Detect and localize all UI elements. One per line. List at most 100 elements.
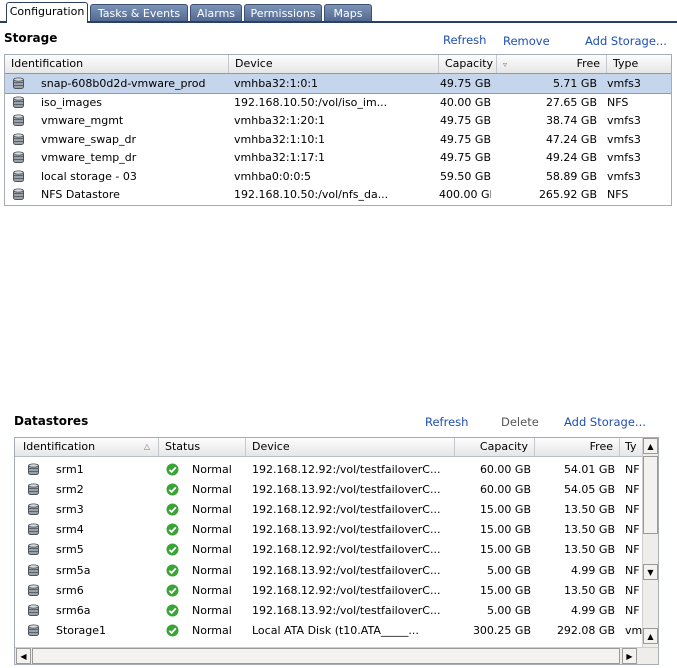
storage-col-device[interactable]: Device — [229, 55, 439, 73]
datastore-icon — [28, 503, 39, 516]
datastores-col-identification[interactable]: Identification △ — [15, 438, 159, 456]
datastores-add-link[interactable]: Add Storage... — [564, 415, 646, 429]
datastores-horizontal-scrollbar[interactable]: ◀ ▶ — [15, 647, 658, 664]
cell-identification: vmware_temp_dr — [41, 151, 137, 164]
status-ok-icon — [166, 483, 179, 496]
cell-status: Normal — [192, 483, 232, 497]
datastore-icon — [28, 543, 39, 556]
cell-free: 27.65 GB — [545, 95, 597, 109]
datastores-col-device[interactable]: Device — [246, 438, 455, 456]
cell-device: vmhba0:0:0:5 — [234, 169, 312, 183]
cell-identification: vmware_swap_dr — [41, 132, 136, 146]
datastores-col-status[interactable]: Status — [159, 438, 246, 456]
storage-refresh-link[interactable]: Refresh — [443, 33, 486, 47]
cell-free: 54.01 GB — [563, 463, 615, 476]
cell-identification: iso_images — [41, 95, 103, 109]
table-row[interactable]: NFS Datastore 192.168.10.50:/vol/nfs_da..… — [5, 185, 671, 204]
table-row[interactable]: srm5a Normal 192.168.13.92:/vol/testfailov… — [15, 561, 642, 580]
cell-capacity: 15.00 GB — [479, 583, 531, 597]
tab-tasks-events[interactable]: Tasks & Events — [90, 4, 188, 22]
cell-identification: Storage1 — [56, 623, 107, 637]
table-row[interactable]: vmware_temp_dr vmhba32:1:17:1 49.75 GB 49.2… — [5, 148, 671, 167]
storage-col-capacity[interactable]: Capacity — [439, 55, 497, 73]
cell-status: Normal — [192, 623, 232, 637]
tab-alarms[interactable]: Alarms — [190, 4, 242, 22]
cell-capacity: 5.00 GB — [486, 603, 531, 617]
cell-identification: srm1 — [56, 463, 84, 476]
table-row[interactable]: srm3 Normal 192.168.12.92:/vol/testfailove… — [15, 500, 642, 519]
cell-status: Normal — [192, 543, 232, 557]
storage-add-link[interactable]: Add Storage... — [585, 34, 667, 48]
datastore-icon — [28, 604, 39, 616]
table-row[interactable]: srm5 Normal 192.168.12.92:/vol/testfailove… — [15, 540, 642, 559]
status-ok-icon — [166, 463, 179, 476]
cell-device: 192.168.13.92:/vol/testfailoverC... — [252, 603, 441, 617]
cell-type: NF — [625, 603, 640, 617]
table-row[interactable]: srm1 Normal 192.168.12.92:/vol/testfailove… — [15, 460, 642, 479]
vertical-scroll-thumb[interactable] — [643, 456, 658, 534]
cell-type: NF — [625, 543, 640, 557]
table-row[interactable]: srm6a Normal 192.168.13.92:/vol/testfailov… — [15, 601, 642, 620]
datastore-icon — [28, 523, 39, 536]
storage-col-free[interactable]: ▿ Free — [497, 55, 607, 73]
cell-type: NFS — [607, 188, 629, 201]
cell-identification: vmware_mgmt — [41, 114, 124, 127]
scroll-right-arrow-icon[interactable]: ▶ — [622, 648, 637, 664]
table-row[interactable]: srm4 Normal 192.168.13.92:/vol/testfailove… — [15, 520, 642, 539]
datastores-delete-link[interactable]: Delete — [501, 415, 539, 429]
tab-configuration[interactable]: Configuration — [6, 2, 88, 23]
cell-identification: srm2 — [56, 483, 84, 497]
scroll-up-arrow-icon[interactable]: ▲ — [643, 628, 658, 644]
cell-type: vm — [625, 623, 642, 637]
table-row[interactable]: vmware_swap_dr vmhba32:1:10:1 49.75 GB 47.2… — [5, 130, 671, 149]
cell-device: vmhba32:1:20:1 — [234, 114, 326, 127]
scroll-down-arrow-icon[interactable]: ▼ — [643, 564, 658, 580]
storage-remove-link[interactable]: Remove — [503, 34, 550, 48]
datastore-icon — [13, 114, 24, 126]
storage-table-header: Identification Device Capacity ▿ Free Ty… — [5, 55, 671, 74]
tab-permissions[interactable]: Permissions — [244, 4, 322, 22]
cell-device: 192.168.12.92:/vol/testfailoverC... — [252, 583, 441, 597]
table-row[interactable]: Storage1 Normal Local ATA Disk (t10.ATA___… — [15, 621, 642, 640]
cell-type: vmfs3 — [607, 132, 641, 146]
cell-type: NF — [625, 463, 640, 476]
cell-identification: NFS Datastore — [41, 188, 120, 201]
storage-col-free-label: Free — [576, 57, 600, 70]
tab-maps[interactable]: Maps — [324, 4, 372, 22]
datastores-col-capacity[interactable]: Capacity — [455, 438, 535, 456]
table-row[interactable]: srm2 Normal 192.168.13.92:/vol/testfailove… — [15, 480, 642, 499]
cell-identification: srm3 — [56, 503, 84, 517]
table-row[interactable]: vmware_mgmt vmhba32:1:20:1 49.75 GB 38.74 G… — [5, 111, 671, 130]
cell-identification: srm5 — [56, 543, 84, 557]
cell-device: Local ATA Disk (t10.ATA_____... — [252, 623, 419, 637]
sort-ascending-icon: △ — [143, 442, 150, 451]
cell-type: vmfs3 — [607, 169, 641, 183]
datastores-col-type[interactable]: Ty — [620, 438, 642, 456]
cell-capacity: 49.75 GB — [439, 77, 491, 90]
datastore-icon — [13, 151, 24, 163]
cell-capacity: 5.00 GB — [486, 563, 531, 577]
status-ok-icon — [166, 523, 179, 536]
datastores-vertical-scrollbar[interactable]: ▲ ▼ ▲ — [642, 438, 658, 647]
datastore-icon — [13, 169, 24, 182]
cell-device: 192.168.12.92:/vol/testfailoverC... — [252, 543, 441, 557]
cell-identification: srm5a — [56, 563, 91, 577]
cell-identification: snap-608b0d2d-vmware_prod — [41, 77, 206, 90]
datastores-col-free[interactable]: Free — [535, 438, 620, 456]
table-row[interactable]: local storage - 03 vmhba0:0:0:5 59.50 GB 58… — [5, 167, 671, 186]
storage-col-identification[interactable]: Identification — [5, 55, 229, 73]
scroll-up-arrow-icon[interactable]: ▲ — [643, 438, 658, 454]
table-row[interactable]: snap-608b0d2d-vmware_prod vmhba32:1:0:1 49… — [5, 73, 671, 94]
storage-col-type[interactable]: Type — [607, 55, 671, 73]
cell-free: 4.99 GB — [570, 603, 615, 617]
cell-identification: local storage - 03 — [41, 169, 137, 183]
cell-type: NF — [625, 583, 640, 597]
cell-free: 4.99 GB — [570, 563, 615, 577]
table-row[interactable]: iso_images 192.168.10.50:/vol/iso_im... 40… — [5, 93, 671, 112]
cell-identification: srm6a — [56, 603, 91, 617]
sort-indicator-icon: ▿ — [503, 60, 508, 69]
table-row[interactable]: srm6 Normal 192.168.12.92:/vol/testfailove… — [15, 581, 642, 600]
datastores-refresh-link[interactable]: Refresh — [425, 415, 468, 429]
scroll-left-arrow-icon[interactable]: ◀ — [16, 648, 31, 664]
horizontal-scroll-thumb[interactable] — [32, 648, 620, 664]
